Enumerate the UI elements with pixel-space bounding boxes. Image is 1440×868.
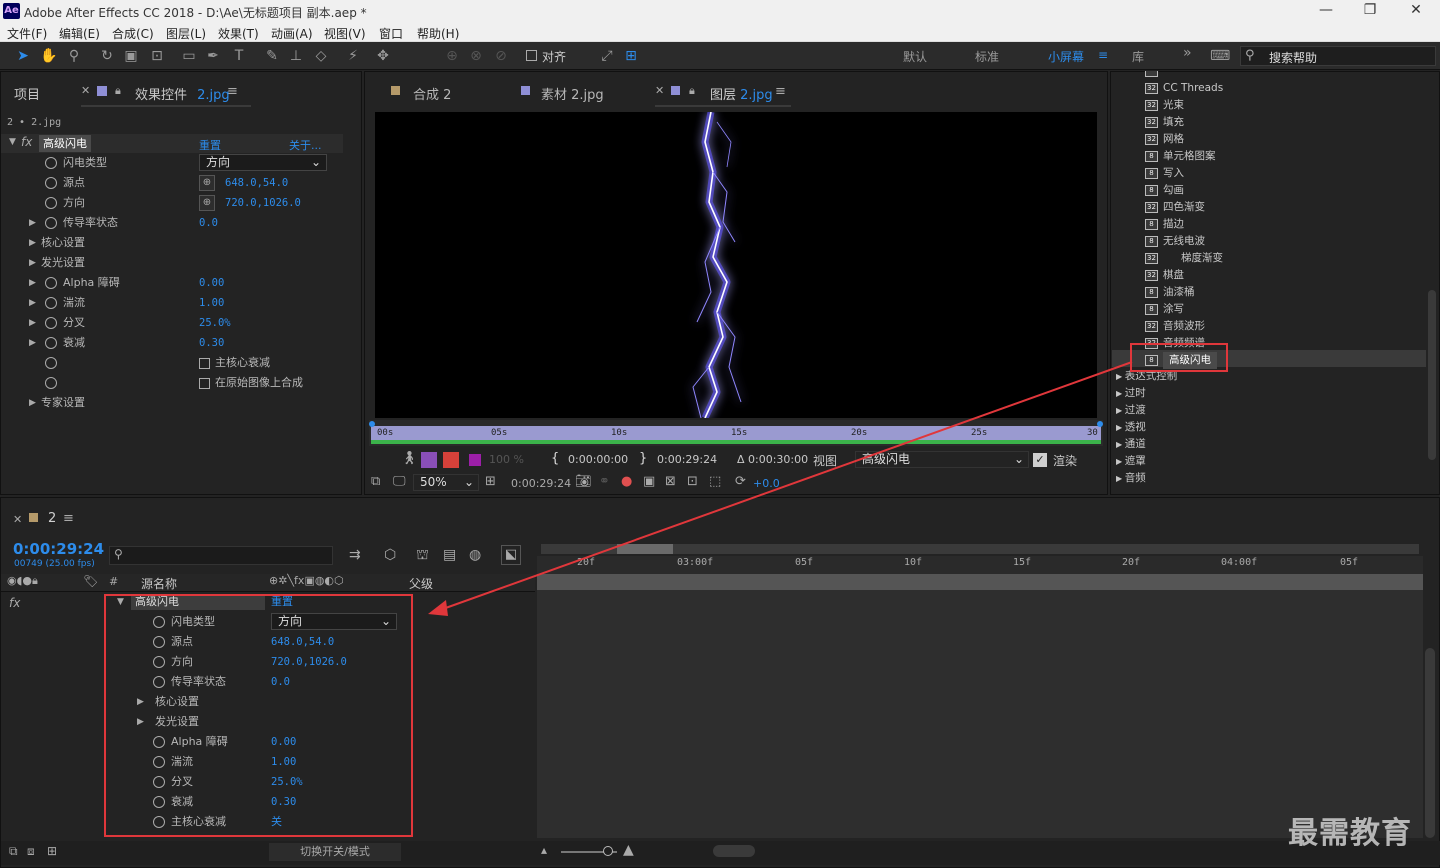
annotation-arrow (428, 361, 1133, 616)
effect-badge-icon: 8 (1145, 355, 1158, 366)
watermark-logo: 最需教育 (1288, 816, 1412, 851)
effect-list-item[interactable]: 高级闪电 (1163, 352, 1217, 369)
